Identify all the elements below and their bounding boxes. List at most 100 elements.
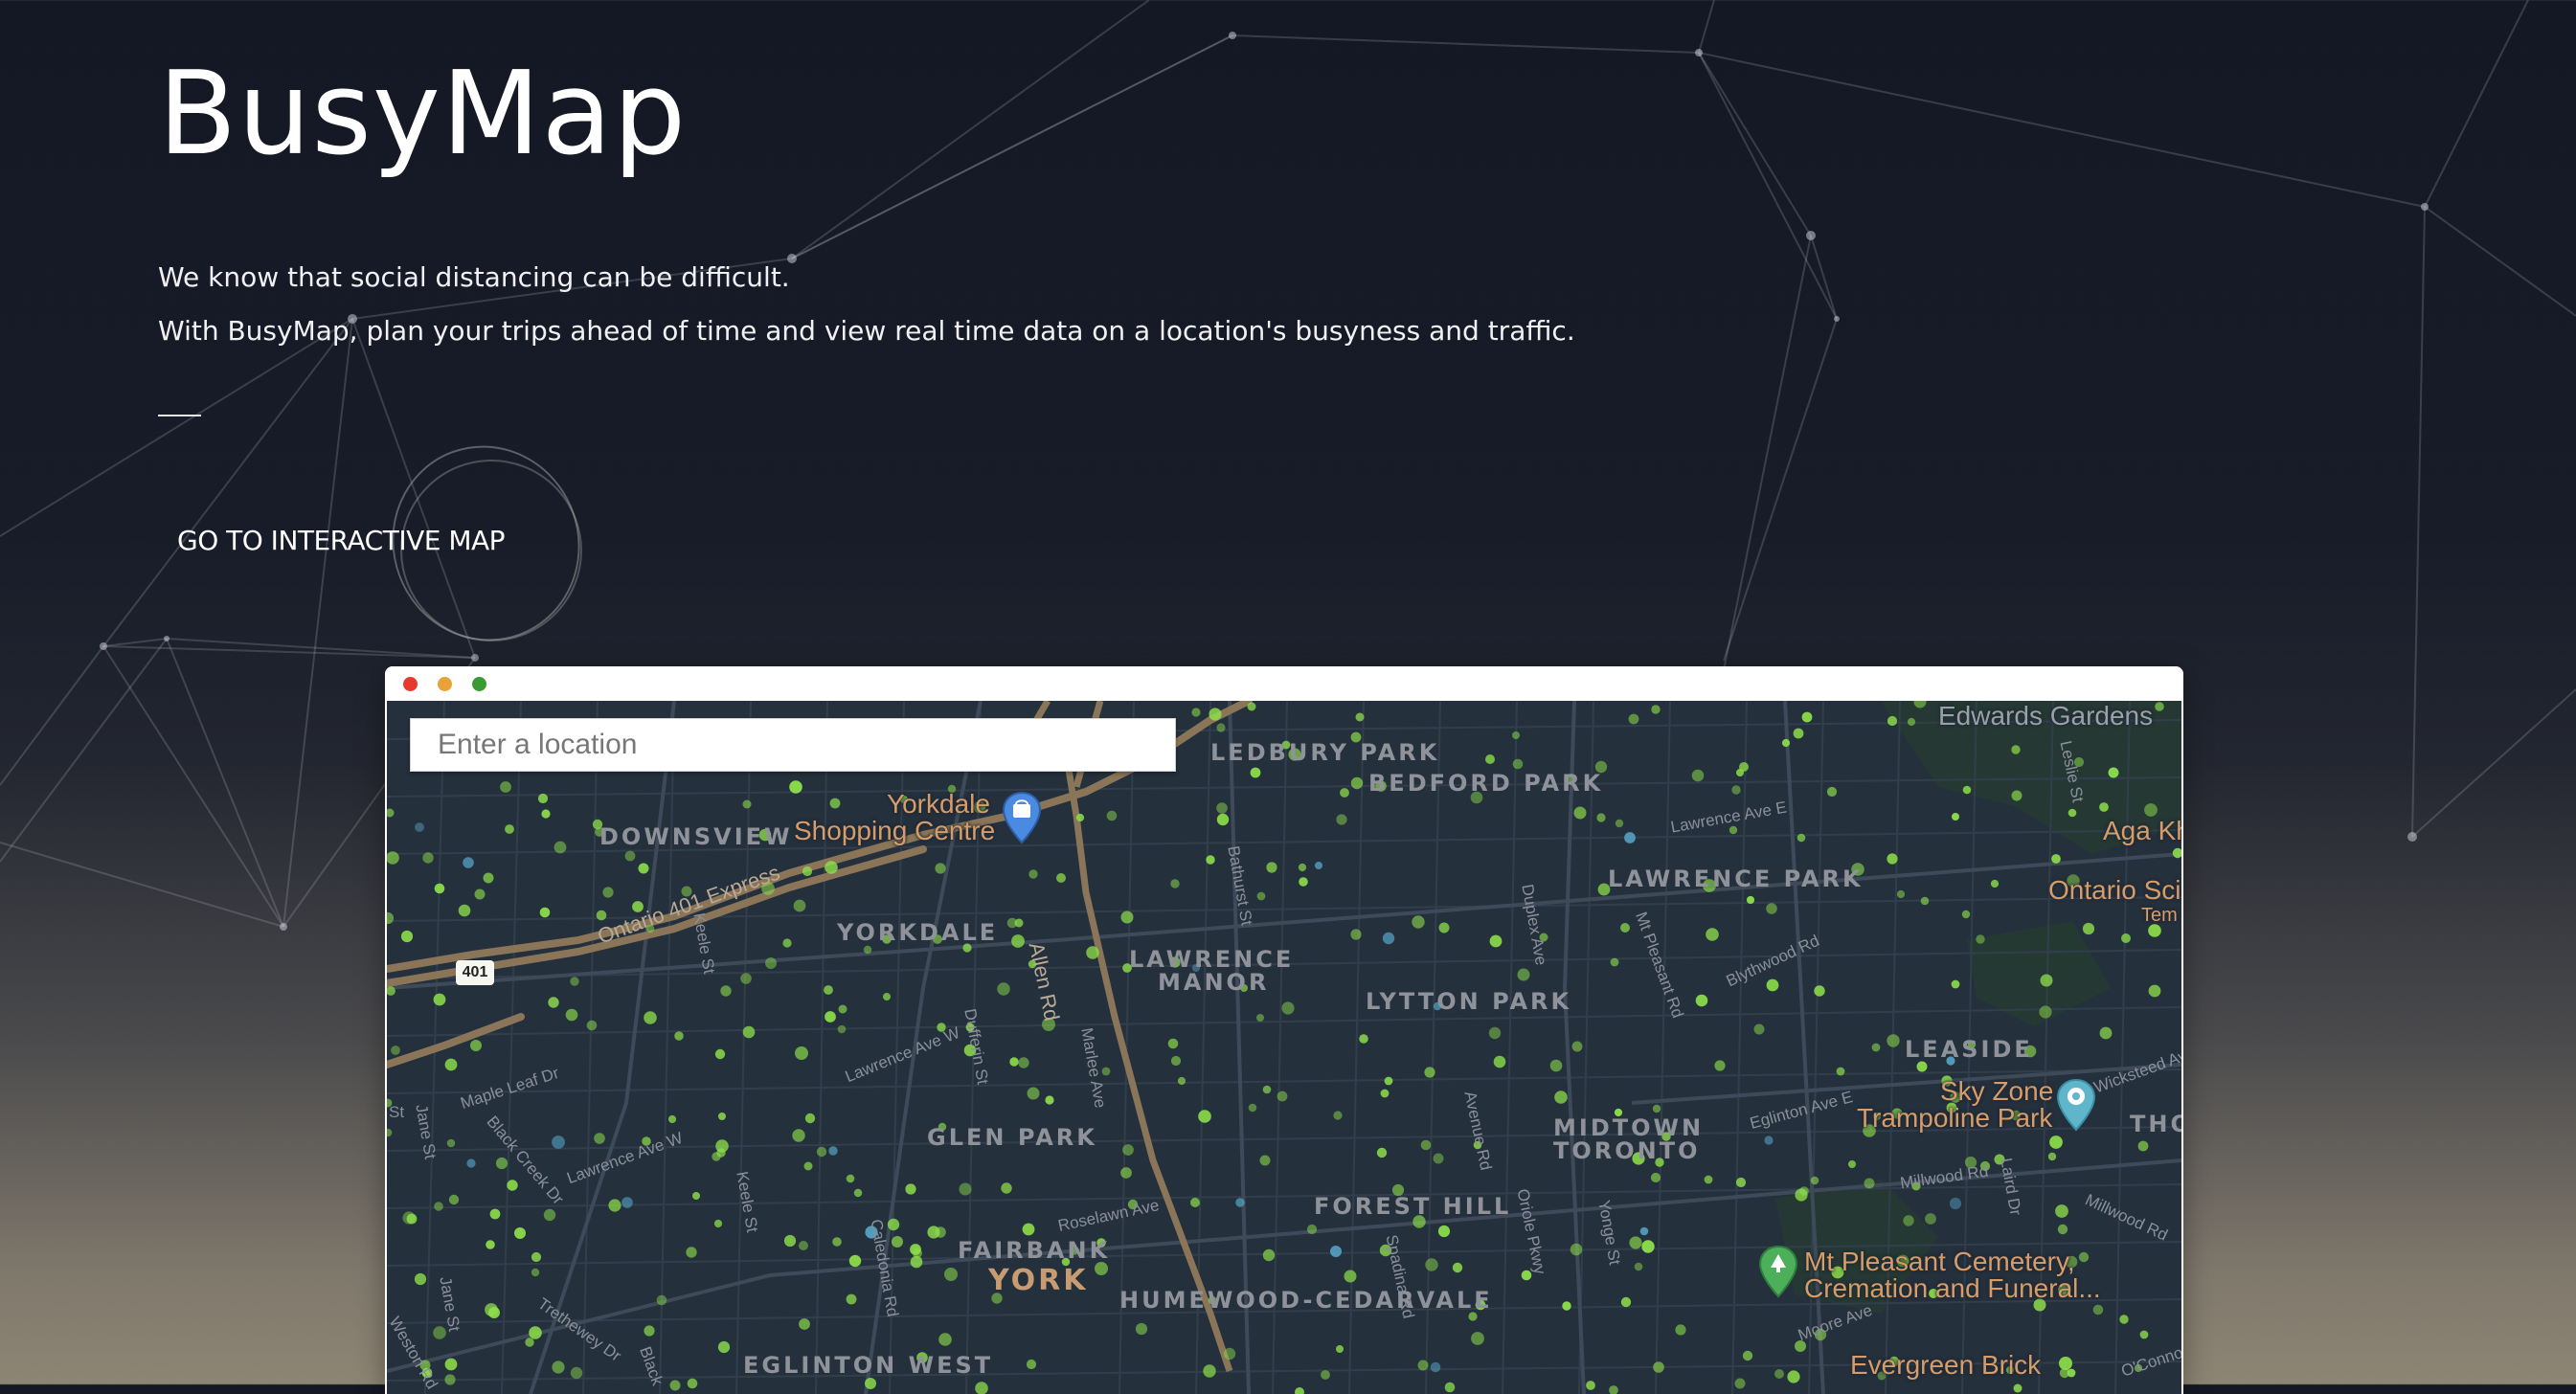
heat-dot [434, 883, 445, 894]
heat-dot [448, 1194, 460, 1205]
heat-dot [644, 1325, 655, 1337]
street-label: St [389, 1103, 405, 1121]
heat-dot [846, 1174, 855, 1183]
poi-label[interactable]: Mt Pleasant Cemetery, [1804, 1248, 2075, 1275]
heat-dot [718, 1113, 726, 1120]
heat-dot [1554, 1090, 1568, 1104]
heat-dot [865, 1378, 876, 1389]
heat-dot [1001, 1182, 1012, 1194]
heat-dot [541, 809, 551, 819]
heat-dot [1774, 1369, 1784, 1379]
heat-dot [1620, 1296, 1632, 1308]
heat-dot [1836, 1067, 1845, 1076]
heat-dot [422, 852, 434, 864]
heat-dot [938, 1333, 952, 1346]
heat-dot [1306, 1224, 1318, 1235]
heat-dot [1562, 1301, 1571, 1311]
go-to-interactive-map-button[interactable]: GO TO INTERACTIVE MAP [177, 525, 506, 556]
area-label-york: YORK [988, 1264, 1089, 1297]
heat-dot [935, 863, 946, 874]
cemetery-pin-icon[interactable] [1758, 1245, 1798, 1298]
heat-dot [825, 861, 838, 874]
heat-dot [846, 1293, 857, 1305]
poi-label[interactable]: Evergreen Brick [1850, 1352, 2041, 1379]
heat-dot [1570, 1243, 1583, 1256]
heat-dot [444, 1374, 456, 1385]
heat-dot [1489, 934, 1503, 948]
area-label: LYTTON PARK [1366, 988, 1572, 1015]
heat-dot [1216, 813, 1230, 826]
heat-dot [1615, 819, 1624, 828]
heat-dot [2121, 933, 2131, 943]
poi-label[interactable]: Tem [2141, 902, 2178, 929]
poi-label[interactable]: Trampoline Park [1857, 1105, 2052, 1132]
heat-dot [1729, 825, 1738, 835]
poi-label[interactable]: Shopping Centre [794, 818, 995, 844]
poi-label[interactable]: Aga Kh [2103, 818, 2181, 844]
heat-dot [1925, 1213, 1936, 1225]
heat-dot [959, 1182, 972, 1196]
heat-dot [470, 1040, 482, 1051]
heat-dot [1420, 1139, 1432, 1151]
heat-dot [1887, 1034, 1900, 1047]
heat-dot [740, 973, 752, 984]
area-label: TORONTO [1553, 1137, 1701, 1164]
heat-dot [1907, 717, 1916, 727]
poi-label[interactable]: Cremation and Funeral... [1804, 1275, 2101, 1302]
poi-label[interactable]: Yorkdale [887, 791, 990, 818]
heat-dot [1384, 1076, 1393, 1086]
heat-dot [2137, 1140, 2149, 1152]
heat-dot [1731, 785, 1741, 795]
page-title: BusyMap [158, 48, 688, 181]
heat-dot [1787, 1370, 1800, 1383]
heat-dot [1438, 922, 1450, 933]
heat-dot [2082, 922, 2095, 935]
heat-dot [1706, 928, 1719, 941]
poi-label[interactable]: Ontario Sci [2048, 877, 2181, 904]
heat-dot [716, 1148, 726, 1158]
heat-dot [415, 822, 424, 832]
heat-dot [1203, 1364, 1216, 1378]
shopping-pin-icon[interactable] [1002, 791, 1042, 844]
heat-dot [714, 1048, 726, 1060]
poi-label[interactable]: Sky Zone [1940, 1078, 2053, 1105]
heat-dot [1764, 1135, 1774, 1145]
heat-dot [2119, 1315, 2129, 1324]
search-input[interactable] [410, 718, 1176, 772]
heat-dot [463, 857, 474, 868]
heat-dot [644, 1011, 657, 1024]
heat-dot [1639, 1226, 1649, 1236]
heat-dot [1321, 1370, 1330, 1380]
heat-dot [602, 887, 614, 898]
heat-dot [539, 907, 551, 918]
heat-dot [1256, 1014, 1264, 1022]
heat-dot [783, 1234, 797, 1248]
poi-label[interactable]: Edwards Gardens [1938, 703, 2153, 730]
heat-dot [1675, 1324, 1686, 1336]
heat-dot [1216, 802, 1228, 814]
heat-dot [1266, 862, 1277, 873]
heat-dot [1848, 1160, 1856, 1168]
heat-dot [1170, 879, 1180, 888]
heat-dot [1006, 917, 1018, 929]
heat-dot [444, 1358, 458, 1371]
heat-dot [1177, 1076, 1186, 1086]
heat-dot [543, 1208, 556, 1222]
heat-dot [1641, 1240, 1655, 1253]
heat-dot [687, 1378, 698, 1389]
map-view[interactable]: LEDBURY PARK BEDFORD PARK DOWNSVIEW YORK… [387, 701, 2181, 1394]
heat-dot [531, 1268, 540, 1277]
heat-dot [1095, 1262, 1108, 1275]
heat-dot [828, 1146, 838, 1156]
heat-dot [883, 993, 891, 1001]
heat-dot [792, 1129, 805, 1142]
heat-dot [1766, 978, 1779, 992]
heat-dot [1198, 1110, 1211, 1123]
heat-dot [1120, 911, 1134, 924]
heat-dot [444, 1058, 458, 1071]
close-dot-icon [403, 677, 418, 691]
heat-dot [789, 780, 802, 794]
heat-dot [1344, 1270, 1357, 1283]
heat-dot [1493, 1055, 1506, 1068]
trampoline-pin-icon[interactable] [2056, 1078, 2096, 1132]
